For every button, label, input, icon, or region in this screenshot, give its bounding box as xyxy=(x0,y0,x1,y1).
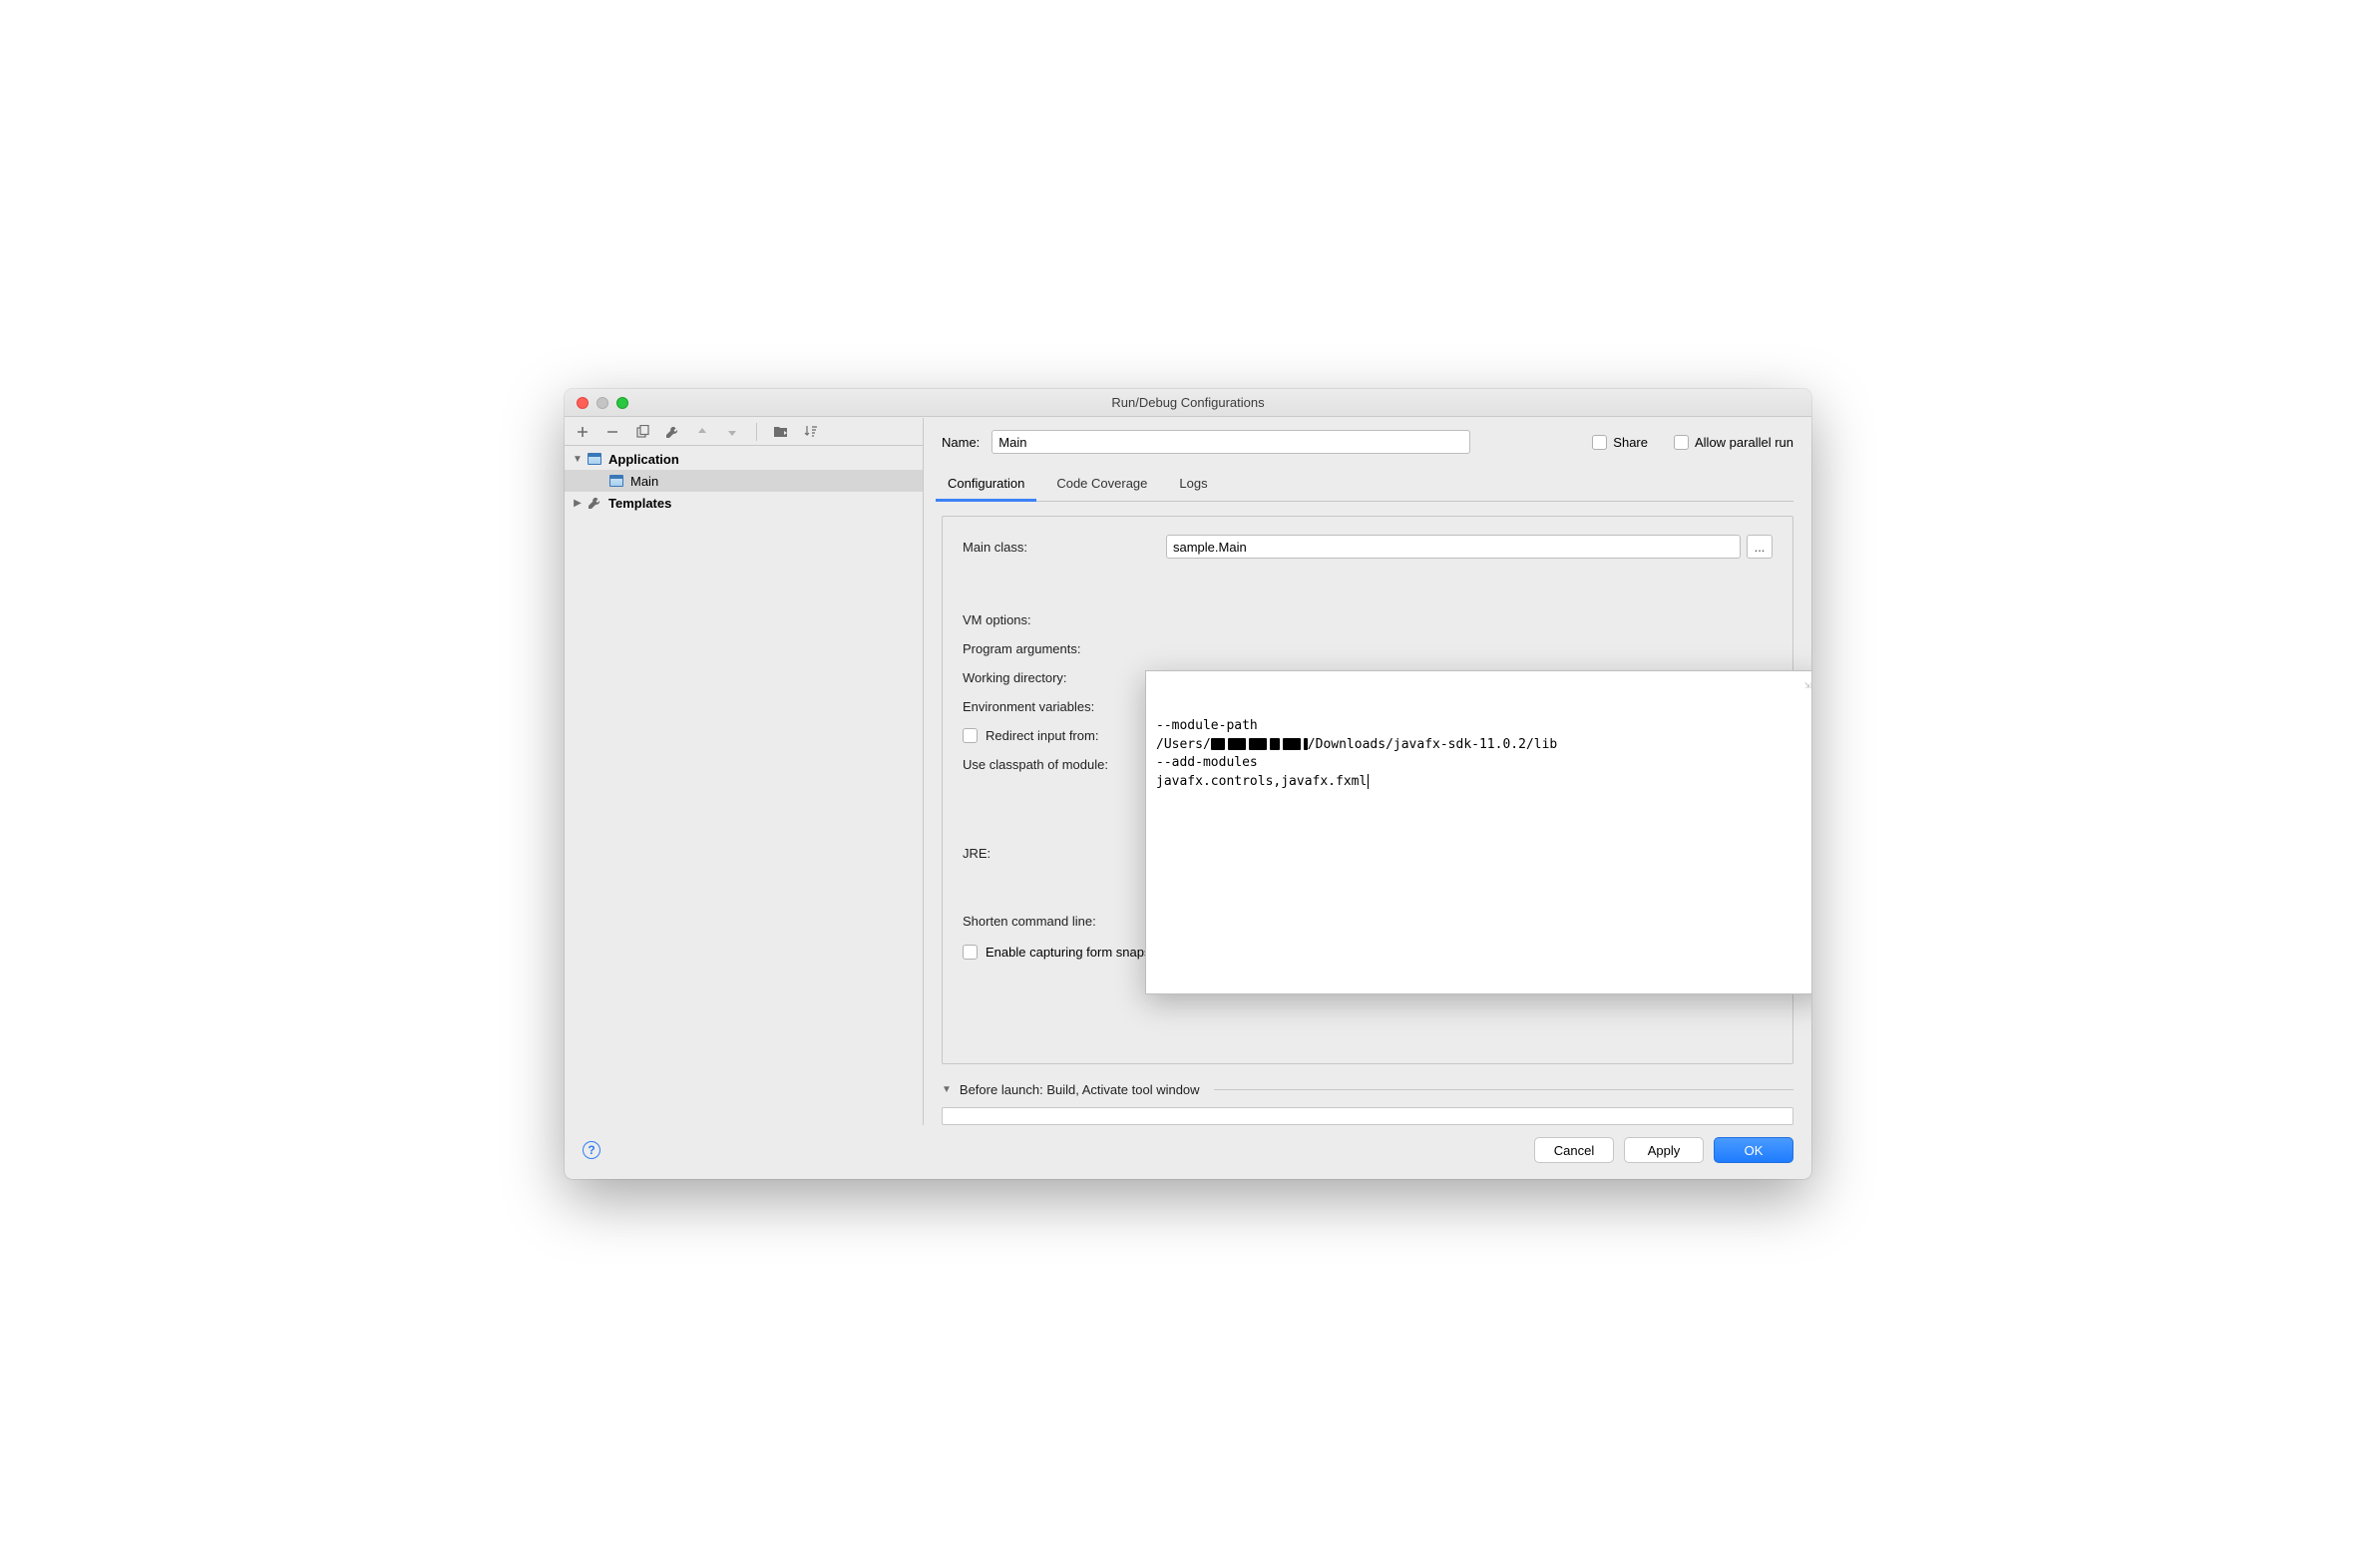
collapse-icon[interactable]: ⇲ xyxy=(1804,677,1811,689)
edit-defaults-icon[interactable] xyxy=(664,424,680,440)
env-vars-label: Environment variables: xyxy=(963,699,1152,714)
shorten-cmd-label: Shorten command line: xyxy=(963,914,1152,929)
copy-icon[interactable] xyxy=(634,424,650,440)
minimize-window-icon[interactable] xyxy=(596,397,608,409)
share-checkbox[interactable] xyxy=(1592,435,1607,450)
redirect-checkbox[interactable] xyxy=(963,728,978,743)
tab-configuration[interactable]: Configuration xyxy=(946,470,1026,501)
wrench-icon xyxy=(587,495,602,511)
main-class-input[interactable] xyxy=(1166,535,1741,559)
main-class-label: Main class: xyxy=(963,540,1152,555)
tab-logs[interactable]: Logs xyxy=(1177,470,1209,501)
tree-label: Main xyxy=(628,474,658,489)
vm-options-label: VM options: xyxy=(963,612,1152,627)
ok-button[interactable]: OK xyxy=(1714,1137,1793,1163)
add-icon[interactable] xyxy=(575,424,591,440)
tree-node-templates[interactable]: ▶ Templates xyxy=(565,492,923,514)
cancel-button[interactable]: Cancel xyxy=(1534,1137,1614,1163)
move-up-icon[interactable] xyxy=(694,424,710,440)
snapshots-checkbox[interactable] xyxy=(963,945,978,960)
share-label: Share xyxy=(1613,435,1648,450)
tree-node-application[interactable]: ▼ Application xyxy=(565,448,923,470)
program-args-label: Program arguments: xyxy=(963,641,1152,656)
share-option[interactable]: Share xyxy=(1592,435,1648,450)
application-icon xyxy=(587,451,602,467)
tree-toolbar xyxy=(565,418,923,446)
tree-node-main[interactable]: Main xyxy=(565,470,923,492)
name-label: Name: xyxy=(942,435,980,450)
chevron-down-icon[interactable]: ▼ xyxy=(573,454,583,465)
dialog-footer: ? Cancel Apply OK xyxy=(565,1125,1811,1179)
redirect-label: Redirect input from: xyxy=(986,728,1098,743)
before-launch-label: Before launch: Build, Activate tool wind… xyxy=(960,1082,1200,1097)
separator-line xyxy=(1214,1089,1793,1090)
browse-main-class-button[interactable]: ... xyxy=(1747,535,1773,559)
classpath-label: Use classpath of module: xyxy=(963,757,1152,772)
vm-options-line: javafx.controls,javafx.fxml xyxy=(1156,774,1369,789)
vm-options-line: --module-path xyxy=(1156,718,1258,733)
jre-label: JRE: xyxy=(963,846,1152,861)
before-launch-header[interactable]: ▼ Before launch: Build, Activate tool wi… xyxy=(942,1078,1793,1101)
titlebar: Run/Debug Configurations xyxy=(565,389,1811,417)
dialog-body: ▼ Application Main ▶ Templates Name: xyxy=(565,417,1811,1125)
vm-options-expanded-editor[interactable]: ⇲ --module-path /Users//Downloads/javafx… xyxy=(1145,670,1811,994)
field-program-args: Program arguments: xyxy=(963,641,1773,656)
working-dir-label: Working directory: xyxy=(963,670,1152,685)
vm-options-line: /Users//Downloads/javafx-sdk-11.0.2/lib xyxy=(1156,737,1557,752)
redacted-username xyxy=(1249,738,1267,750)
sort-icon[interactable] xyxy=(803,424,819,440)
redacted-username xyxy=(1211,738,1225,750)
configurations-tree[interactable]: ▼ Application Main ▶ Templates xyxy=(565,446,923,1125)
help-icon[interactable]: ? xyxy=(583,1141,600,1159)
before-launch-list[interactable] xyxy=(942,1107,1793,1125)
window-controls xyxy=(565,397,628,409)
chevron-down-icon[interactable]: ▼ xyxy=(942,1084,952,1095)
redacted-username xyxy=(1270,738,1280,750)
name-input[interactable] xyxy=(991,430,1470,454)
tree-label: Templates xyxy=(606,496,671,511)
close-window-icon[interactable] xyxy=(577,397,589,409)
remove-icon[interactable] xyxy=(604,424,620,440)
tab-code-coverage[interactable]: Code Coverage xyxy=(1054,470,1149,501)
dialog-window: Run/Debug Configurations ▼ Application xyxy=(565,389,1811,1179)
parallel-label: Allow parallel run xyxy=(1695,435,1793,450)
window-title: Run/Debug Configurations xyxy=(565,395,1811,410)
parallel-option[interactable]: Allow parallel run xyxy=(1674,435,1793,450)
parallel-checkbox[interactable] xyxy=(1674,435,1689,450)
field-vm-options: VM options: xyxy=(963,612,1773,627)
chevron-right-icon[interactable]: ▶ xyxy=(573,498,583,509)
tree-label: Application xyxy=(606,452,679,467)
field-main-class: Main class: ... xyxy=(963,535,1773,559)
name-row: Name: Share Allow parallel run xyxy=(942,430,1793,454)
toolbar-separator xyxy=(756,423,757,441)
text-caret xyxy=(1368,774,1369,789)
application-icon xyxy=(608,473,624,489)
vm-options-line: --add-modules xyxy=(1156,755,1258,770)
redacted-username xyxy=(1283,738,1301,750)
left-panel: ▼ Application Main ▶ Templates xyxy=(565,418,924,1125)
zoom-window-icon[interactable] xyxy=(616,397,628,409)
config-tabs: Configuration Code Coverage Logs xyxy=(942,470,1793,502)
folder-move-icon[interactable] xyxy=(773,424,789,440)
move-down-icon[interactable] xyxy=(724,424,740,440)
apply-button[interactable]: Apply xyxy=(1624,1137,1704,1163)
right-panel: Name: Share Allow parallel run Configura… xyxy=(924,418,1811,1125)
redacted-username xyxy=(1228,738,1246,750)
